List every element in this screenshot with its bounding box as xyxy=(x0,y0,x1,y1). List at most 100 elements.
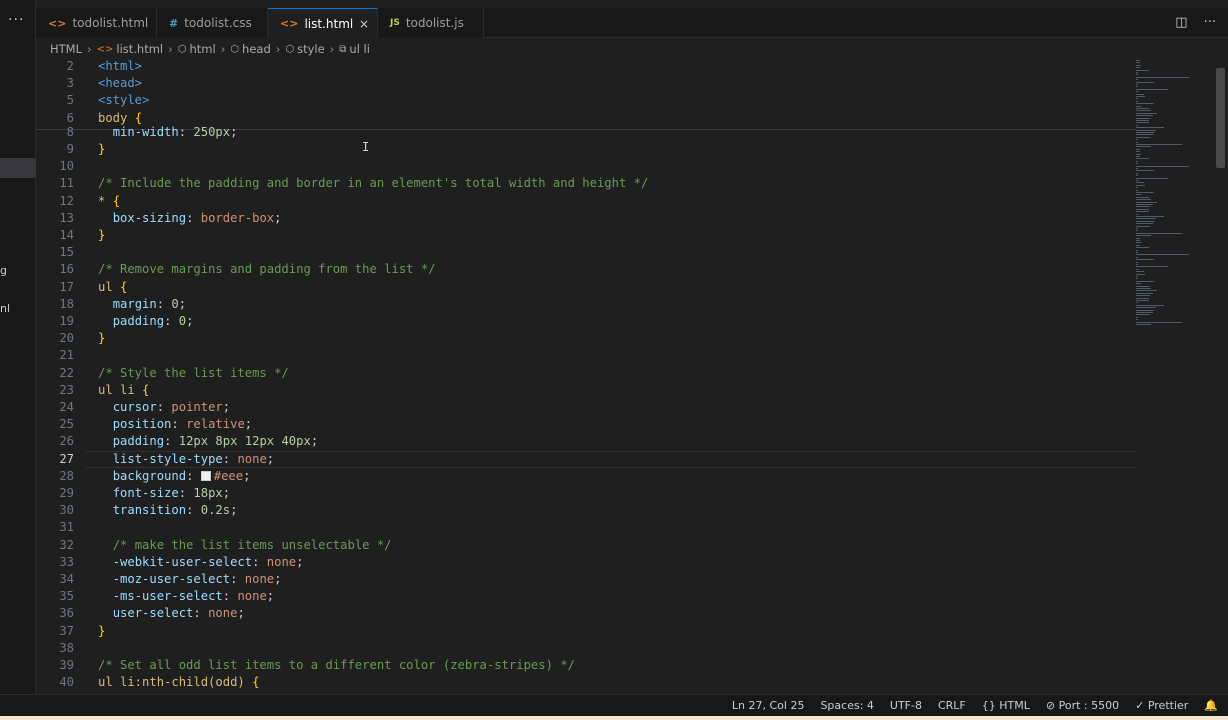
line-number: 32 xyxy=(59,537,74,552)
code-line[interactable]: 2 <html> xyxy=(36,58,1136,75)
braces-icon: {} xyxy=(981,699,996,712)
code-editor[interactable]: 2 <html> 3 <head> 5 <style> 6 body {8 min-width… xyxy=(36,58,1136,694)
line-number: 21 xyxy=(59,348,74,363)
close-icon[interactable]: × xyxy=(359,17,369,31)
code-line[interactable]: 20} xyxy=(36,330,1136,347)
minimap-line xyxy=(1136,278,1138,280)
color-swatch-icon[interactable] xyxy=(200,470,211,481)
breadcrumb: HTML › <> list.html › ⬡ html › ⬡ head › … xyxy=(50,41,370,57)
code-line[interactable]: 27 list-style-type: none; xyxy=(36,451,1136,468)
line-number: 14 xyxy=(59,228,74,242)
minimap-line xyxy=(1136,194,1141,196)
minimap[interactable] xyxy=(1132,58,1212,358)
ellipsis-icon[interactable]: ··· xyxy=(1204,15,1216,30)
minimap-line xyxy=(1136,132,1154,133)
bell-icon[interactable]: 🔔 xyxy=(1204,699,1218,712)
code-line[interactable]: 12 * { xyxy=(36,193,1136,210)
code-text: transition: 0.2s; xyxy=(112,503,238,518)
breadcrumb-item[interactable]: head xyxy=(242,42,271,56)
code-line[interactable]: 15 xyxy=(36,244,1136,261)
live-server-port[interactable]: ⊘ Port : 5500 xyxy=(1046,699,1119,712)
breadcrumb-item[interactable]: html xyxy=(189,42,215,56)
code-line[interactable]: 33 -webkit-user-select: none; xyxy=(36,554,1136,571)
cursor-position[interactable]: Ln 27, Col 25 xyxy=(732,699,805,712)
minimap-line xyxy=(1136,249,1138,251)
indentation[interactable]: Spaces: 4 xyxy=(820,699,873,712)
code-line[interactable]: 21 xyxy=(36,347,1136,364)
line-number: 9 xyxy=(66,142,74,156)
line-number: 18 xyxy=(59,296,74,311)
code-line[interactable]: 32 /* make the list items unselectable *… xyxy=(36,537,1136,554)
breadcrumb-item[interactable]: list.html xyxy=(116,42,163,56)
minimap-line xyxy=(1136,108,1149,109)
code-line[interactable]: 10 xyxy=(36,158,1136,175)
symbol-element-icon: ⬡ xyxy=(230,43,240,55)
code-line[interactable]: 16 /* Remove margins and padding from the… xyxy=(36,261,1136,278)
breadcrumb-item[interactable]: style xyxy=(297,42,325,56)
code-line[interactable]: 38 xyxy=(36,640,1136,657)
code-line[interactable]: 29 font-size: 18px; xyxy=(36,485,1136,502)
code-line[interactable]: 23 ul li { xyxy=(36,382,1136,399)
code-line[interactable]: 13 box-sizing: border-box; xyxy=(36,210,1136,227)
code-line[interactable]: 39 /* Set all odd list items to a differe… xyxy=(36,657,1136,674)
minimap-line xyxy=(1136,72,1138,73)
minimap-line xyxy=(1136,309,1154,311)
code-line[interactable]: 36 user-select: none; xyxy=(36,605,1136,622)
split-editor-icon[interactable]: ◫ xyxy=(1175,15,1187,30)
line-number: 40 xyxy=(59,675,74,690)
tab-list-html[interactable]: <> list.html × xyxy=(268,8,378,38)
line-ending[interactable]: CRLF xyxy=(938,699,966,712)
scrollbar-thumb[interactable] xyxy=(1216,68,1225,168)
tab-todolist-html[interactable]: <> todolist.html xyxy=(36,8,157,38)
code-line[interactable]: 31 xyxy=(36,519,1136,536)
minimap-line xyxy=(1136,288,1151,289)
line-number: 38 xyxy=(59,640,74,655)
language-mode[interactable]: {} HTML xyxy=(982,699,1030,712)
tab-todolist-js[interactable]: JS todolist.js xyxy=(378,8,484,38)
line-number: 39 xyxy=(59,658,74,672)
line-number: 10 xyxy=(59,159,74,174)
code-line[interactable]: 22 /* Style the list items */ xyxy=(36,365,1136,382)
code-line[interactable]: 17 ul { xyxy=(36,279,1136,296)
minimap-line xyxy=(1136,115,1153,117)
code-line[interactable]: 37} xyxy=(36,623,1136,640)
code-line[interactable]: 11 /* Include the padding and border in a… xyxy=(36,175,1136,192)
code-line[interactable]: 8 min-width: 250px; xyxy=(36,124,1136,141)
vertical-scrollbar[interactable] xyxy=(1214,62,1226,694)
minimap-line xyxy=(1136,273,1146,275)
line-number: 28 xyxy=(59,468,74,483)
minimap-line xyxy=(1136,79,1139,81)
code-line[interactable]: 25 position: relative; xyxy=(36,416,1136,433)
tab-label: todolist.js xyxy=(405,16,464,30)
ellipsis-icon[interactable]: ··· xyxy=(8,12,24,28)
code-line[interactable]: 24 cursor: pointer; xyxy=(36,399,1136,416)
breadcrumb-item[interactable]: ul li xyxy=(349,42,370,56)
minimap-line xyxy=(1136,62,1141,64)
code-text: box-sizing: border-box; xyxy=(112,210,282,225)
prettier-status[interactable]: ✓ Prettier xyxy=(1135,699,1188,712)
encoding[interactable]: UTF-8 xyxy=(890,699,922,712)
minimap-line xyxy=(1136,69,1150,71)
code-line[interactable]: 30 transition: 0.2s; xyxy=(36,502,1136,519)
code-line[interactable]: 18 margin: 0; xyxy=(36,296,1136,313)
tab-todolist-css[interactable]: # todolist.css xyxy=(157,8,268,38)
sidebar-item-fragment[interactable]: nl xyxy=(0,302,10,315)
code-line[interactable]: 26 padding: 12px 8px 12px 40px; xyxy=(36,433,1136,450)
code-line[interactable]: 34 -moz-user-select: none; xyxy=(36,571,1136,588)
breadcrumb-item[interactable]: HTML xyxy=(50,42,82,56)
minimap-line xyxy=(1136,201,1157,203)
minimap-line xyxy=(1136,177,1169,179)
code-line[interactable]: 35 -ms-user-select: none; xyxy=(36,588,1136,605)
code-line[interactable]: 19 padding: 0; xyxy=(36,313,1136,330)
code-line[interactable]: 9} xyxy=(36,141,1136,158)
code-text: } xyxy=(98,142,106,156)
code-line[interactable]: 14} xyxy=(36,227,1136,244)
code-line[interactable]: 3 <head> xyxy=(36,75,1136,92)
minimap-line xyxy=(1136,103,1155,105)
sidebar-item-fragment[interactable]: g xyxy=(0,264,7,277)
code-line[interactable]: 5 <style> xyxy=(36,92,1136,109)
sidebar-selected-item[interactable] xyxy=(0,158,36,178)
code-line[interactable]: 28 background: #eee; xyxy=(36,468,1136,485)
code-line[interactable]: 40 ul li:nth-child(odd) { xyxy=(36,674,1136,691)
minimap-line xyxy=(1136,146,1152,148)
